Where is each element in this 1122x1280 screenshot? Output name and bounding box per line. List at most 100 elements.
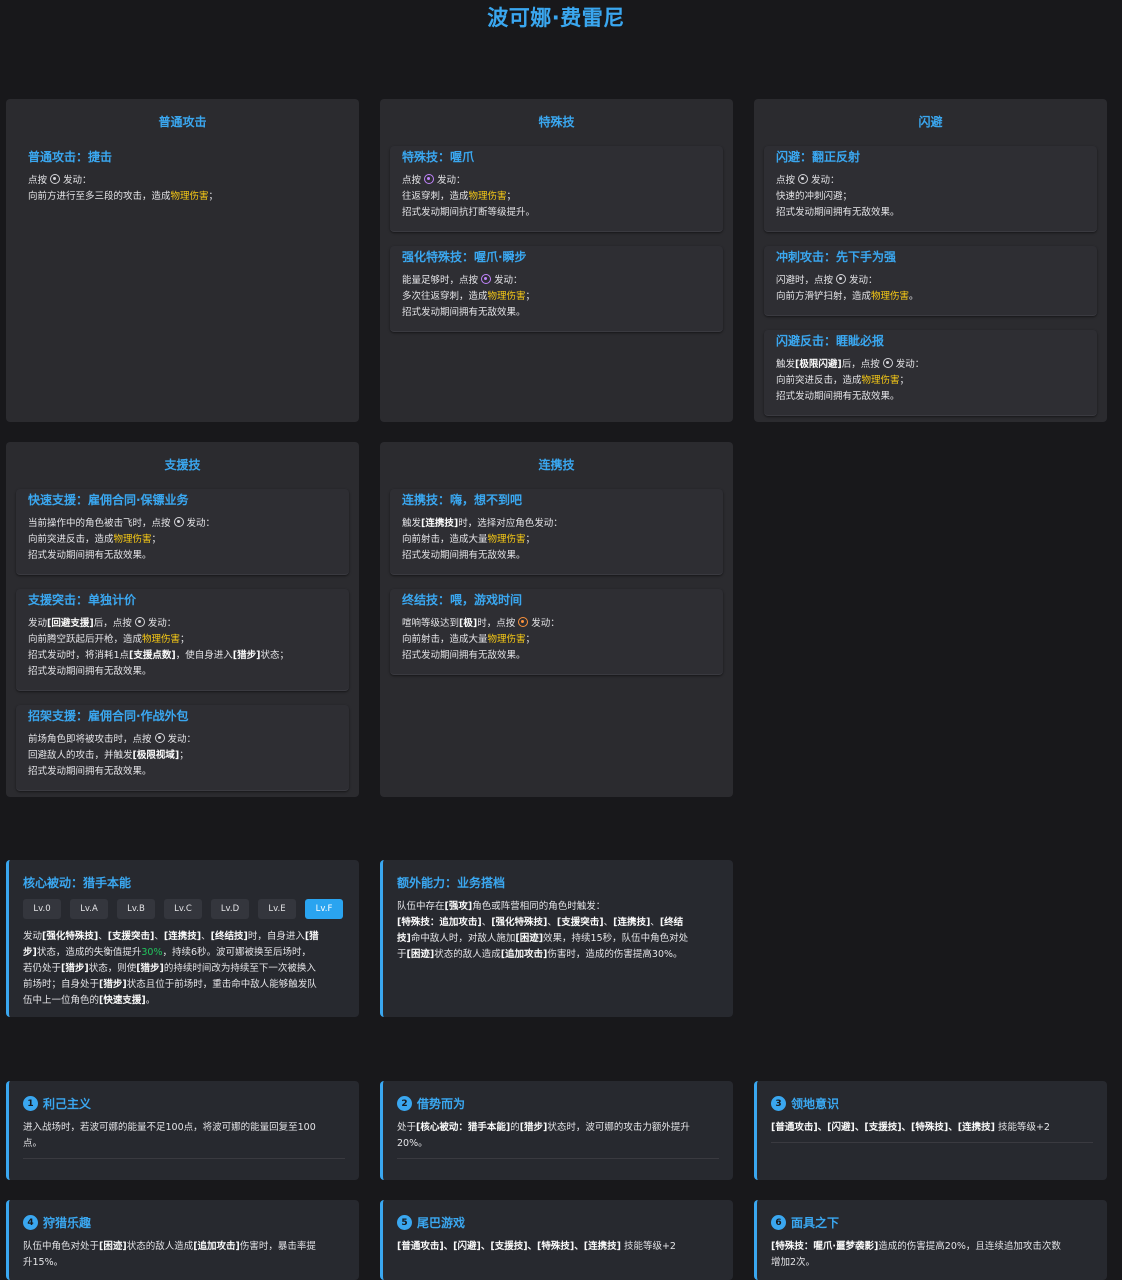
mindscape-number: 1 (23, 1096, 38, 1111)
level-button-e[interactable]: Lv.E (258, 899, 296, 919)
skill-name: 连携技：嗨，想不到吧 (402, 493, 523, 507)
assist-button-icon (154, 733, 165, 743)
panel-assist: 支援技 快速支援：雇佣合同·保镖业务 当前操作中的角色被击飞时，点按 发动： 向前… (6, 442, 359, 797)
extra-desc-line: 队伍中存在[强攻]角色或阵营相同的角色时触发： (397, 901, 606, 912)
mindscape-card: 3 领地意识 [普通攻击]、[闪避]、[支援技]、[特殊技]、[连携技] 技能等级… (754, 1081, 1107, 1180)
skill-name: 闪避：翻正反射 (776, 150, 861, 164)
level-button-c[interactable]: Lv.C (164, 899, 202, 919)
mindscape-name: 尾巴游戏 (417, 1216, 466, 1230)
core-passive-title: 核心被动：猎手本能 (23, 876, 132, 890)
level-button-d[interactable]: Lv.D (211, 899, 249, 919)
skill-line: 向前突进反击，造成物理伤害； (28, 534, 162, 545)
skill-line: 向前方滑铲扫射，造成物理伤害。 (776, 291, 919, 302)
mindscape-name: 狩猎乐趣 (43, 1216, 92, 1230)
skill-line: 点按 发动： (776, 174, 840, 186)
mindscape-body: 队伍中角色对处于[困迹]状态的敌人造成[追加攻击]伤害时，暴击率提 升15%。 (23, 1239, 345, 1277)
skill-line: 往返穿刺，造成物理伤害； (402, 191, 517, 202)
panel-basic-attack: 普通攻击 普通攻击：捷击 点按 发动： 向前方进行至多三段的攻击，造成物理伤害； (6, 99, 359, 422)
skill-entry: 特殊技：喔爪 点按 发动： 往返穿刺，造成物理伤害； 招式发动期间抗打断等级提升。 (390, 146, 723, 232)
mindscape-line: 处于[核心被动：猎手本能]的[猎步]状态时，波可娜的攻击力额外提升 (397, 1122, 690, 1133)
panel-chain: 连携技 连携技：嗨，想不到吧 触发[连携技]时，选择对应角色发动： 向前射击，造… (380, 442, 733, 797)
skill-entry: 普通攻击：捷击 点按 发动： 向前方进行至多三段的攻击，造成物理伤害； (16, 146, 349, 215)
mindscape-name: 借势而为 (417, 1097, 466, 1111)
skill-line: 向前突进反击，造成物理伤害； (776, 375, 910, 386)
skill-entry: 闪避：翻正反射 点按 发动： 快速的冲刺闪避； 招式发动期间拥有无敌效果。 (764, 146, 1097, 232)
skill-line: 向前方进行至多三段的攻击，造成物理伤害； (28, 191, 219, 202)
assist-button-icon (173, 517, 184, 527)
level-button-a[interactable]: Lv.A (70, 899, 108, 919)
mindscape-line: 升15%。 (23, 1257, 64, 1268)
special-button-icon (481, 274, 492, 284)
ultimate-button-icon (518, 617, 529, 627)
core-desc-line: 伍中上一位角色的[快速支援]。 (23, 995, 156, 1006)
skill-line: 多次往返穿刺，造成物理伤害； (402, 291, 536, 302)
core-passive-panel: 核心被动：猎手本能 Lv.0 Lv.A Lv.B Lv.C Lv.D Lv.E … (6, 860, 359, 1017)
mindscape-body: [特殊技：喔爪·噩梦袭影]造成的伤害提高20%，且连续追加攻击次数 增加2次。 (771, 1239, 1093, 1277)
mindscape-line: 队伍中角色对处于[困迹]状态的敌人造成[追加攻击]伤害时，暴击率提 (23, 1241, 316, 1252)
skill-line: 招式发动期间拥有无敌效果。 (402, 307, 526, 318)
skill-name: 快速支援：雇佣合同·保镖业务 (28, 493, 189, 507)
skill-line: 招式发动期间抗打断等级提升。 (402, 207, 536, 218)
skill-line: 向前射击，造成大量物理伤害； (402, 534, 536, 545)
attack-button-icon (836, 274, 847, 284)
skill-name: 支援突击：单独计价 (28, 593, 137, 607)
skill-name: 招架支援：雇佣合同·作战外包 (28, 709, 189, 723)
mindscape-body: [普通攻击]、[闪避]、[支援技]、[特殊技]、[连携技] 技能等级+2 (771, 1120, 1093, 1143)
skill-line: 当前操作中的角色被击飞时，点按 发动： (28, 517, 216, 529)
skill-line: 招式发动期间拥有无敌效果。 (28, 550, 152, 561)
core-desc-line: 若仍处于[猎步]状态，则使[猎步]的持续时间改为持续至下一次被换入 (23, 963, 316, 974)
mindscape-line: [普通攻击]、[闪避]、[支援技]、[特殊技]、[连携技] 技能等级+2 (771, 1122, 1050, 1133)
mindscape-name: 面具之下 (791, 1216, 840, 1230)
skill-line: 触发[连携技]时，选择对应角色发动： (402, 518, 563, 529)
skill-line: 触发[极限闪避]后，点按 发动： (776, 358, 925, 370)
mindscape-card: 5 尾巴游戏 [普通攻击]、[闪避]、[支援技]、[特殊技]、[连携技] 技能等级… (380, 1200, 733, 1280)
panel-title: 特殊技 (538, 115, 575, 129)
skill-line: 招式发动期间拥有无敌效果。 (776, 207, 900, 218)
level-button-f[interactable]: Lv.F (305, 899, 343, 919)
skill-line: 快速的冲刺闪避； (776, 191, 853, 202)
skill-line: 喧响等级达到[极]时，点按 发动： (402, 617, 560, 629)
skill-name: 普通攻击：捷击 (28, 150, 113, 164)
skill-line: 招式发动期间拥有无敌效果。 (28, 666, 152, 677)
panel-title: 闪避 (918, 115, 943, 129)
panel-dodge: 闪避 闪避：翻正反射 点按 发动： 快速的冲刺闪避； 招式发动期间拥有无敌效果。 … (754, 99, 1107, 422)
skill-line: 招式发动期间拥有无敌效果。 (402, 650, 526, 661)
attack-button-icon (882, 358, 893, 368)
mindscape-card: 2 借势而为 处于[核心被动：猎手本能]的[猎步]状态时，波可娜的攻击力额外提升 … (380, 1081, 733, 1180)
skill-entry: 强化特殊技：喔爪·瞬步 能量足够时，点按 发动： 多次往返穿刺，造成物理伤害； 招… (390, 246, 723, 332)
skill-line: 前场角色即将被攻击时，点按 发动： (28, 733, 197, 745)
core-desc-line: 前场时；自身处于[猎步]状态且位于前场时，重击命中敌人能够触发队 (23, 979, 317, 990)
skill-entry: 冲刺攻击：先下手为强 闪避时，点按 发动： 向前方滑铲扫射，造成物理伤害。 (764, 246, 1097, 316)
attack-button-icon (134, 617, 145, 627)
panel-special: 特殊技 特殊技：喔爪 点按 发动： 往返穿刺，造成物理伤害； 招式发动期间抗打断等… (380, 99, 733, 422)
mindscape-body: 处于[核心被动：猎手本能]的[猎步]状态时，波可娜的攻击力额外提升 20%。 (397, 1120, 719, 1159)
mindscape-card: 4 狩猎乐趣 队伍中角色对处于[困迹]状态的敌人造成[追加攻击]伤害时，暴击率提 … (6, 1200, 359, 1280)
panel-title: 支援技 (164, 458, 201, 472)
panel-title: 连携技 (538, 458, 575, 472)
mindscape-number: 4 (23, 1215, 38, 1230)
level-button-0[interactable]: Lv.0 (23, 899, 61, 919)
mindscape-line: [普通攻击]、[闪避]、[支援技]、[特殊技]、[连携技] 技能等级+2 (397, 1241, 676, 1252)
skill-entry: 连携技：嗨，想不到吧 触发[连携技]时，选择对应角色发动： 向前射击，造成大量物… (390, 489, 723, 575)
skill-line: 向前射击，造成大量物理伤害； (402, 634, 536, 645)
skill-line: 回避敌人的攻击，并触发[极限视域]； (28, 750, 189, 761)
skill-line: 发动[回避支援]后，点按 发动： (28, 617, 177, 629)
extra-ability-title: 额外能力：业务搭档 (397, 876, 506, 890)
skill-entry: 招架支援：雇佣合同·作战外包 前场角色即将被攻击时，点按 发动： 回避敌人的攻击，… (16, 705, 349, 791)
level-button-b[interactable]: Lv.B (117, 899, 155, 919)
mindscape-number: 2 (397, 1096, 412, 1111)
extra-desc-line: [特殊技：追加攻击]、[强化特殊技]、[支援突击]、[连携技]、[终结 (397, 917, 684, 928)
skill-name: 特殊技：喔爪 (402, 150, 475, 164)
skill-name: 强化特殊技：喔爪·瞬步 (402, 250, 527, 264)
mindscape-line: 点。 (23, 1138, 43, 1149)
skill-entry: 支援突击：单独计价 发动[回避支援]后，点按 发动： 向前腾空跃起后开枪，造成物理… (16, 589, 349, 691)
mindscape-line: 增加2次。 (771, 1257, 816, 1268)
mindscape-name: 领地意识 (791, 1097, 840, 1111)
skill-line: 点按 发动： (402, 174, 466, 186)
mindscape-body: [普通攻击]、[闪避]、[支援技]、[特殊技]、[连携技] 技能等级+2 (397, 1239, 719, 1261)
mindscape-name: 利己主义 (43, 1097, 92, 1111)
mindscape-body: 进入战场时，若波可娜的能量不足100点，将波可娜的能量回复至100 点。 (23, 1120, 345, 1159)
special-button-icon (424, 174, 435, 184)
skill-name: 冲刺攻击：先下手为强 (776, 250, 897, 264)
extra-desc-line: 于[困迹]状态的敌人造成[追加攻击]伤害时，造成的伤害提高30%。 (397, 949, 683, 960)
